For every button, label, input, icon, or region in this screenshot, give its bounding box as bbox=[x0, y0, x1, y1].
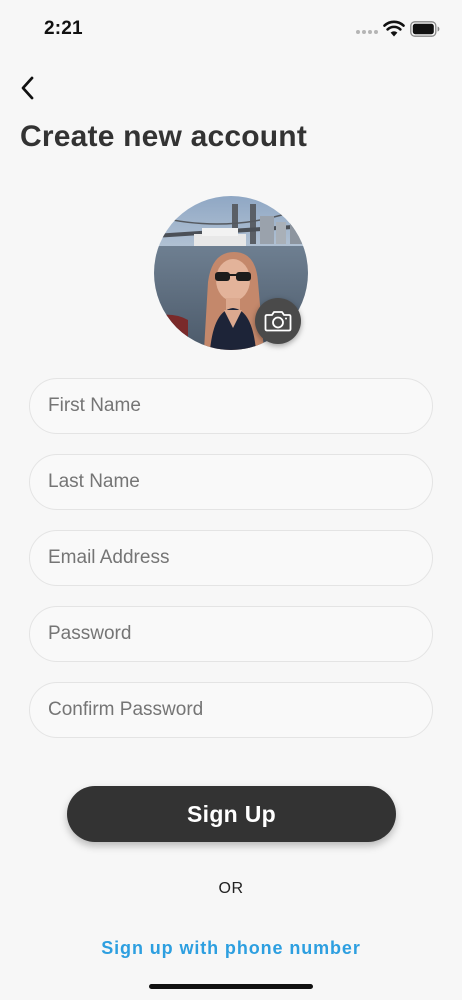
last-name-input[interactable] bbox=[29, 454, 433, 510]
chevron-left-icon bbox=[21, 76, 34, 100]
first-name-input[interactable] bbox=[29, 378, 433, 434]
password-input[interactable] bbox=[29, 606, 433, 662]
back-button[interactable] bbox=[10, 70, 46, 106]
email-input[interactable] bbox=[29, 530, 433, 586]
page-title: Create new account bbox=[20, 120, 308, 153]
wifi-icon bbox=[383, 20, 405, 37]
home-indicator bbox=[149, 984, 313, 989]
status-bar: 2:21 bbox=[0, 0, 462, 58]
signal-dots-icon bbox=[356, 30, 378, 36]
camera-icon bbox=[264, 311, 292, 332]
or-divider-text: OR bbox=[218, 880, 244, 897]
battery-icon bbox=[410, 21, 440, 37]
confirm-password-input[interactable] bbox=[29, 682, 433, 738]
sign-up-with-phone-link[interactable]: Sign up with phone number bbox=[0, 938, 462, 959]
sign-up-button[interactable]: Sign Up bbox=[67, 786, 396, 842]
camera-button[interactable] bbox=[255, 298, 301, 344]
status-time: 2:21 bbox=[44, 18, 83, 39]
